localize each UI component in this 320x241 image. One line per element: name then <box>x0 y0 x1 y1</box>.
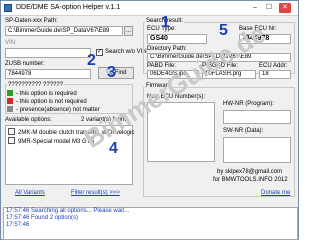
legend-title: ?????????? ?????? <box>7 82 65 89</box>
base-ecu-label: Base ECU Nr: <box>239 26 277 32</box>
donate-link[interactable]: Donate me <box>261 190 290 197</box>
new-ecu-label: New ECU Number(s): <box>147 94 206 100</box>
all-variants-link[interactable]: All Variants <box>15 190 45 197</box>
new-ecu-list[interactable] <box>147 102 215 162</box>
vin-field[interactable] <box>5 48 91 58</box>
app-icon <box>4 4 12 12</box>
psgbd-label: P-SGBD File: <box>202 63 239 69</box>
log-panel: 17:57:46 Searching all options... Please… <box>3 207 298 240</box>
annotation-5: 5 <box>219 22 228 39</box>
app-window: DDE/DME SA-option Helper v.1.1 – ☐ ✕ SP-… <box>0 0 299 240</box>
log-entry: 17:57:46 Found 2 option(s) <box>6 215 79 221</box>
firmware-label: Firmware <box>145 83 172 90</box>
dir-path-label: Directory Path: <box>147 46 187 52</box>
ecu-addr-field: 18 <box>259 70 291 79</box>
legend-not-required: - this option is not required <box>7 98 87 106</box>
close-button[interactable]: ✕ <box>279 3 291 13</box>
zusb-field[interactable]: 7844978 <box>5 69 91 79</box>
sw-nr-label: SW-NR (Data): <box>223 128 264 134</box>
pabd-field: 06DE4GS.ipo <box>147 70 199 79</box>
search-wo-vin-label: Search w/o VIN <box>105 49 147 55</box>
find-label: Find <box>114 70 127 76</box>
found-count-label: 2 variant(s) found <box>81 117 128 123</box>
dash-gray-icon <box>7 106 13 112</box>
zusb-label: ZUSB number: <box>5 61 45 67</box>
sp-path-field[interactable]: C:\BimmerGuide.de\SP_DataV67\E89 <box>5 26 123 36</box>
maximize-button[interactable]: ☐ <box>263 3 275 13</box>
log-entry: 17:57:46 <box>6 222 30 228</box>
annotation-1: 1 <box>161 14 170 31</box>
sp-path-label: SP-Daten-xxx Path: <box>5 18 58 24</box>
browse-button[interactable]: ... <box>124 26 133 36</box>
log-entry: 17:57:46 Searching all options... Please… <box>6 208 130 214</box>
ecu-addr-label: ECU Addr: <box>259 63 288 69</box>
window-title: DDE/DME SA-option Helper v.1.1 <box>16 4 121 11</box>
available-options-label: Available options: <box>5 117 52 123</box>
dir-path-field: C:\BimmerGuide.de\SP_DataV67\E89 <box>147 53 291 62</box>
base-ecu-field: 7844978 <box>239 34 291 44</box>
legend-no-matter: - presence(absence) not matter <box>7 106 100 114</box>
sw-nr-field[interactable] <box>223 137 291 163</box>
hw-nr-label: HW-NR (Program): <box>223 101 274 107</box>
filter-results-link[interactable]: Filter result(s) >>> <box>71 190 120 197</box>
vin-label: VIN: <box>5 40 17 46</box>
option-checkbox[interactable] <box>8 137 15 144</box>
hw-nr-field[interactable] <box>223 110 291 124</box>
ecu-type-field: GS40 <box>147 34 207 44</box>
legend-required: - this option is required <box>7 90 77 98</box>
find-button[interactable]: 🔍 Find <box>98 67 134 79</box>
psgbd-field: 10FLASH.prg <box>202 70 256 79</box>
annotation-2: 2 <box>87 52 96 69</box>
search-wo-vin-checkbox[interactable]: ✓ <box>96 49 103 56</box>
minimize-button[interactable]: – <box>249 3 261 13</box>
site-credit: for BMWTOOLS.INFO 2012 <box>213 177 288 183</box>
annotation-4: 4 <box>109 140 118 157</box>
check-green-icon <box>7 90 13 96</box>
pabd-label: PABD File: <box>147 63 176 69</box>
author-credit: by skipex78@gmail.com <box>217 169 283 175</box>
title-bar: DDE/DME SA-option Helper v.1.1 – ☐ ✕ <box>1 1 298 16</box>
cross-red-icon <box>7 98 13 104</box>
option-item[interactable]: 2MK-M double clutch transmis. w/Drivelog… <box>6 128 134 137</box>
annotation-3: 3 <box>107 64 116 81</box>
option-checkbox[interactable] <box>8 128 15 135</box>
